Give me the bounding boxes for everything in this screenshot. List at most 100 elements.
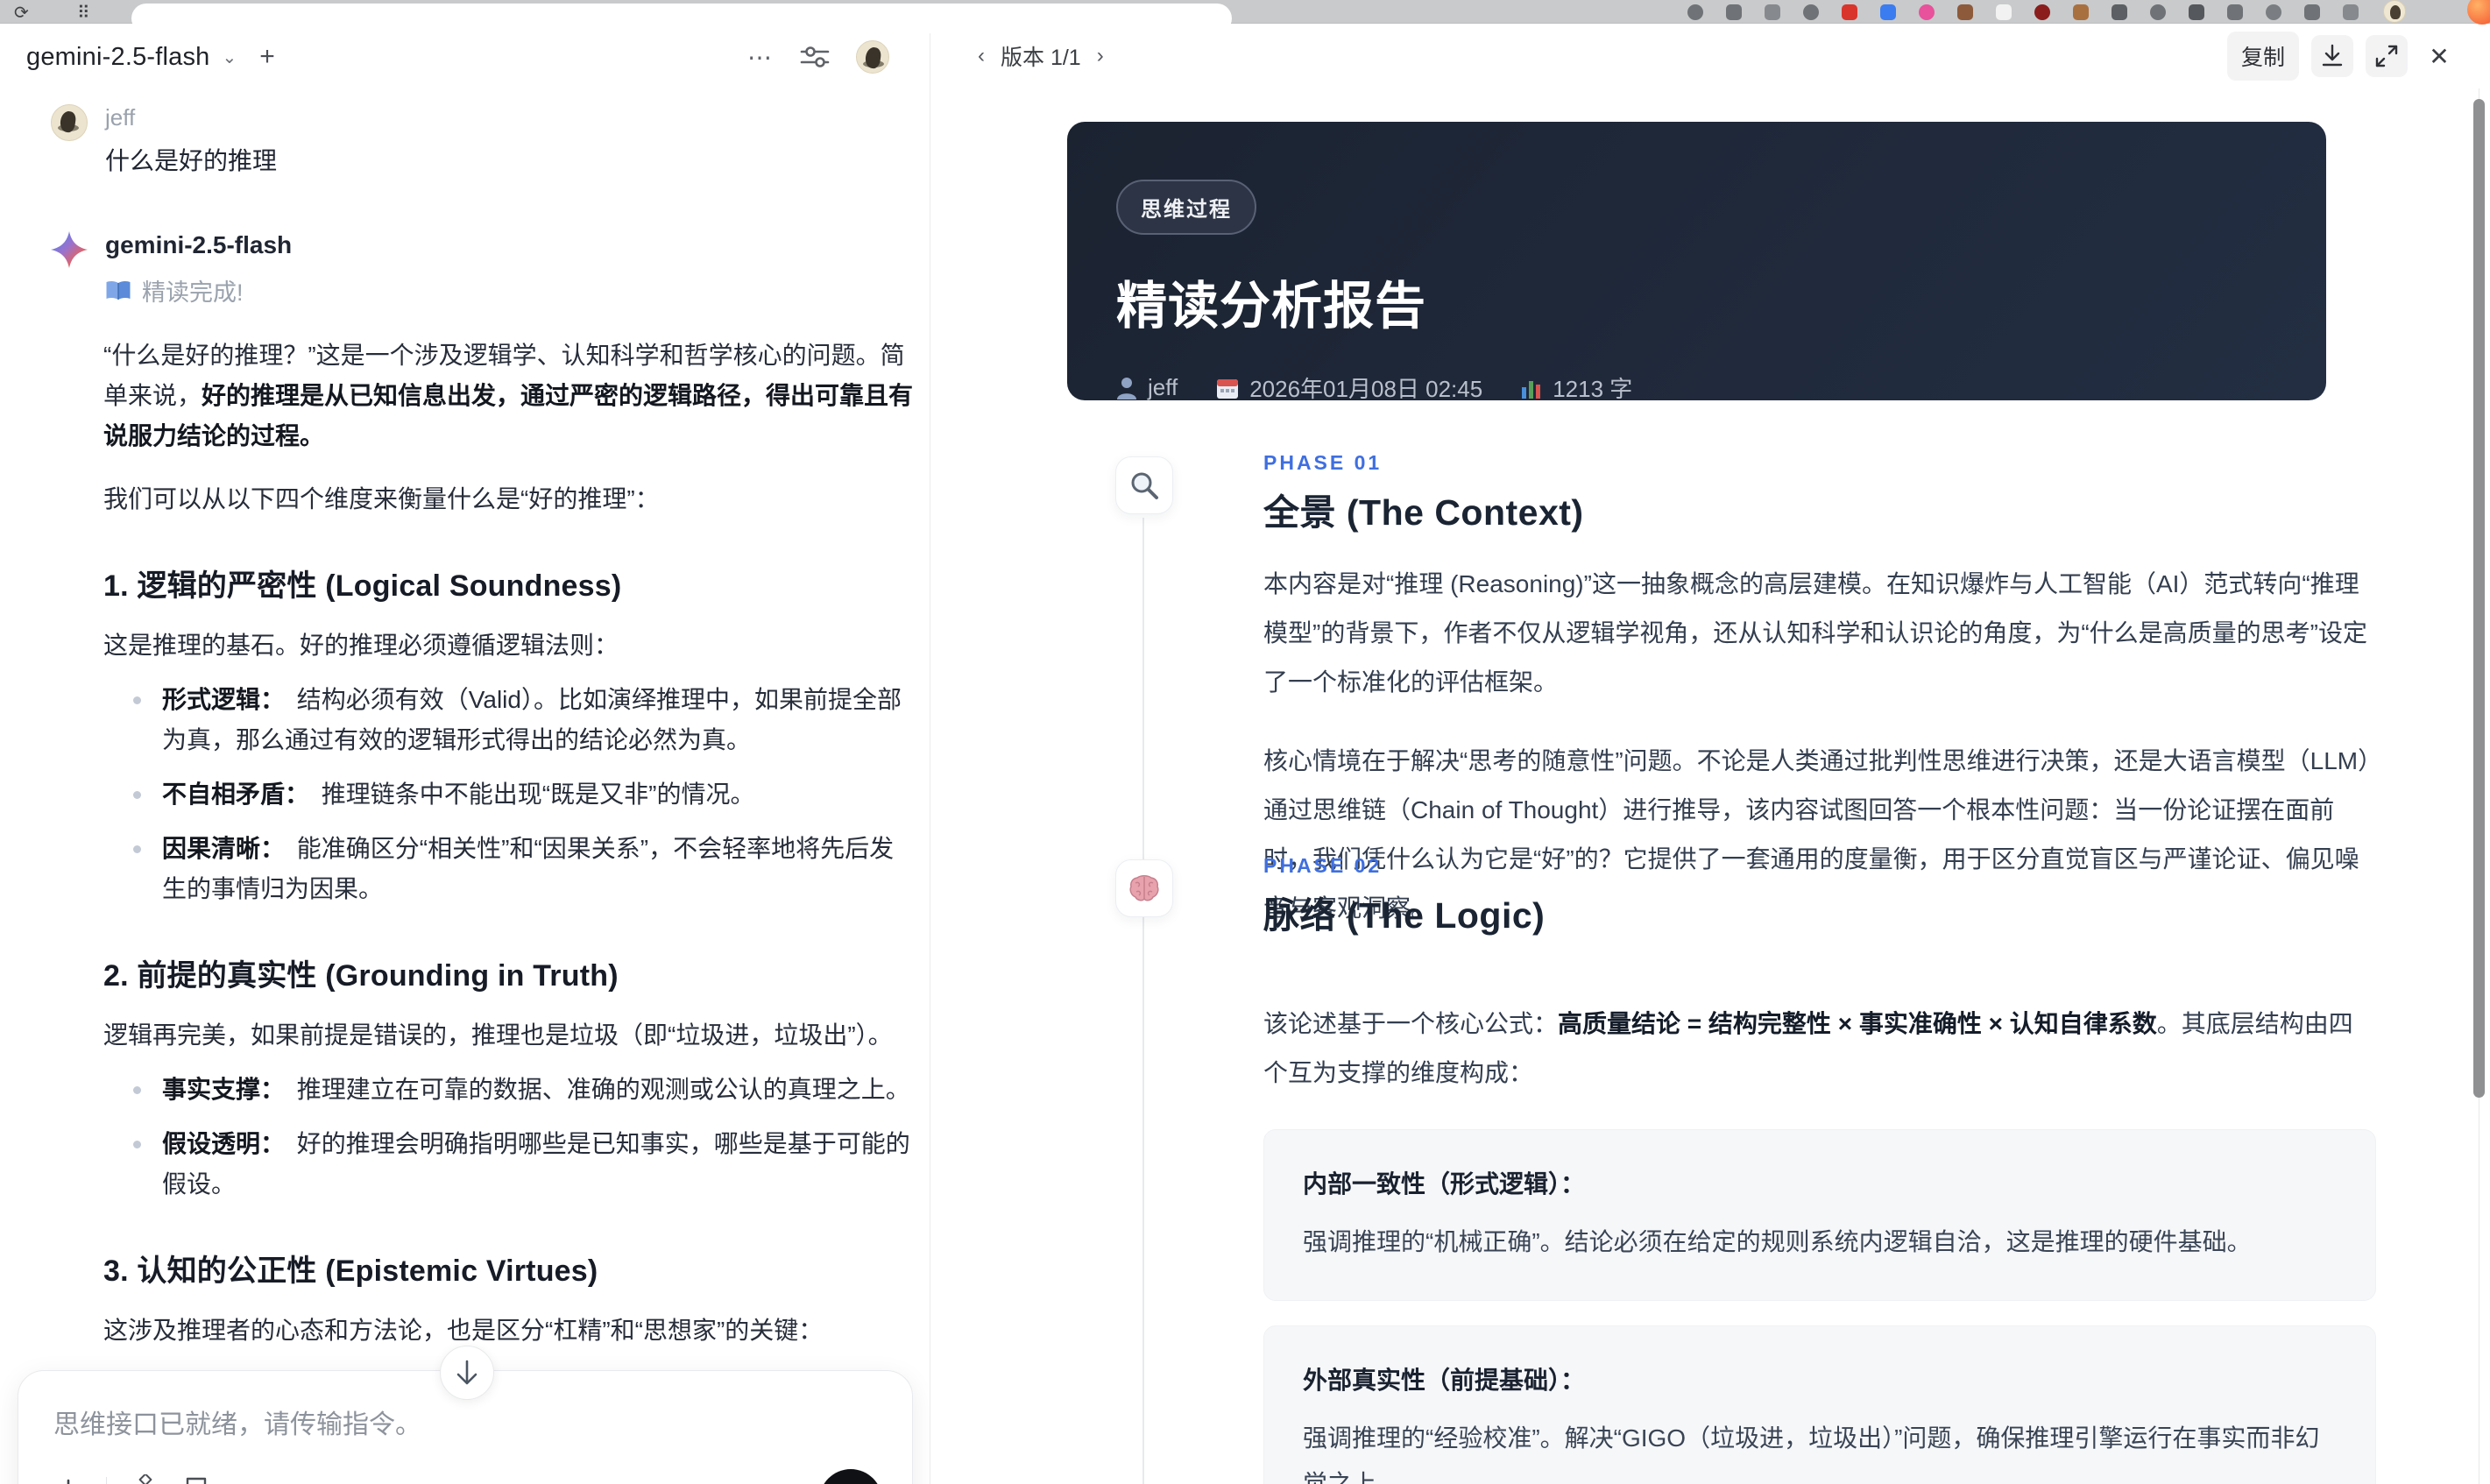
section-desc: 这涉及推理者的心态和方法论，也是区分“杠精”和“思想家”的关键： xyxy=(103,1317,824,1344)
more-menu-button[interactable]: ⋯ xyxy=(747,43,774,72)
extension-icon[interactable] xyxy=(2266,4,2281,20)
section-heading: 2. 前提的真实性 (Grounding in Truth) xyxy=(103,959,619,993)
extension-icon[interactable] xyxy=(1996,4,2012,20)
section-heading: 3. 认知的公正性 (Epistemic Virtues) xyxy=(103,1254,598,1288)
phase-label: PHASE 02 xyxy=(1263,854,1383,877)
extension-icon[interactable] xyxy=(1687,4,1703,20)
extension-icon[interactable] xyxy=(2112,4,2127,20)
extension-icon[interactable] xyxy=(2034,4,2050,20)
extension-icon[interactable] xyxy=(1880,4,1896,20)
bookmark-icon[interactable] xyxy=(184,1476,209,1484)
report-meta: jeff 2026年01月08日 02:45 1213 字 xyxy=(1116,371,2277,404)
reload-icon[interactable]: ⟳ xyxy=(14,2,29,24)
user-message-text: 什么是好的推理 xyxy=(105,147,278,174)
attach-plus-icon[interactable] xyxy=(53,1477,83,1484)
address-bar[interactable] xyxy=(131,4,1232,33)
browser-profile-avatar[interactable] xyxy=(2383,0,2406,23)
extension-icon[interactable] xyxy=(1726,4,1742,20)
phase-label: PHASE 01 xyxy=(1263,451,1383,474)
user-name: jeff xyxy=(105,104,136,131)
chevron-down-icon[interactable]: ⌄ xyxy=(223,46,237,68)
bar-chart-icon xyxy=(1522,380,1541,399)
magnifier-icon xyxy=(1115,456,1173,514)
assistant-name: gemini-2.5-flash xyxy=(105,231,293,258)
date-meta: 2026年01月08日 02:45 xyxy=(1216,371,1482,404)
divider xyxy=(106,1477,107,1484)
version-label: 版本 1/1 xyxy=(1001,46,1081,70)
extension-icon[interactable] xyxy=(2073,4,2089,20)
extension-icon[interactable] xyxy=(1842,4,1857,20)
chat-panel: gemini-2.5-flash ⌄ + ⋯ jeff 什么是好的推理 gemi… xyxy=(0,24,930,1484)
bullet-item: 因果清晰： 能准确区分“相关性”和“因果关系”，不会轻率地将先后发生的事情归为因… xyxy=(103,829,917,909)
browser-chrome: ⟳ ⠿ xyxy=(0,0,2490,33)
user-avatar[interactable] xyxy=(856,40,889,74)
phase-title: 全景 (The Context) xyxy=(1263,492,1584,533)
section-heading: 1. 逻辑的严密性 (Logical Soundness) xyxy=(103,569,622,603)
user-message: jeff 什么是好的推理 xyxy=(51,104,917,177)
assistant-content: “什么是好的推理？”这是一个涉及逻辑学、认知科学和哲学核心的问题。简单来说，好的… xyxy=(103,307,917,1484)
extension-icon[interactable] xyxy=(2304,4,2320,20)
author-meta: jeff xyxy=(1116,374,1178,401)
section-desc: 这是推理的基石。好的推理必须遵循逻辑法则： xyxy=(103,632,619,659)
extension-toolbar xyxy=(1687,3,2359,22)
bullet-item: 事实支撑： 推理建立在可靠的数据、准确的观测或公认的真理之上。 xyxy=(103,1070,917,1110)
phase-title: 脉络 (The Logic) xyxy=(1263,895,1546,936)
chat-scroll-area[interactable]: jeff 什么是好的推理 gemini-2.5-flash 精读完成! “什么是… xyxy=(0,90,930,1484)
logic-card: 内部一致性（形式逻辑）： 强调推理的“机械正确”。结论必须在给定的规则系统内逻辑自… xyxy=(1263,1129,2376,1301)
gemini-star-icon xyxy=(51,231,88,307)
calendar-icon xyxy=(1217,378,1239,399)
phase-lead: 该论述基于一个核心公式：高质量结论 = 结构完整性 × 事实准确性 × 认知自律… xyxy=(1263,1010,2353,1086)
extension-icon[interactable] xyxy=(2189,4,2204,20)
phase-paragraphs: 本内容是对“推理 (Reasoning)”这一抽象概念的高层建模。在知识爆炸与人… xyxy=(1263,560,2376,933)
extension-icon[interactable] xyxy=(2343,4,2359,20)
assistant-message: gemini-2.5-flash 精读完成! xyxy=(51,231,917,307)
bullet-item: 假设透明： 好的推理会明确指明哪些是已知事实，哪些是基于可能的假设。 xyxy=(103,1124,917,1205)
apps-grid-icon[interactable]: ⠿ xyxy=(77,2,90,24)
scrollbar-thumb[interactable] xyxy=(2473,99,2485,1098)
book-icon xyxy=(105,280,131,301)
logic-cards: 内部一致性（形式逻辑）： 强调推理的“机械正确”。结论必须在给定的规则系统内逻辑自… xyxy=(1263,1129,2376,1484)
extension-icon[interactable] xyxy=(2227,4,2243,20)
voice-input-button[interactable] xyxy=(819,1469,882,1484)
artifact-body[interactable]: 思维过程 精读分析报告 jeff 2026年01月08日 02:45 1213 … xyxy=(930,88,2490,1484)
bullet-item: 不自相矛盾： 推理链条中不能出现“既是又非”的情况。 xyxy=(103,774,917,815)
version-next-button[interactable]: › xyxy=(1097,44,1104,68)
download-icon xyxy=(2322,44,2343,67)
assistant-status-text: 精读完成! xyxy=(142,279,244,306)
assistant-lead: 我们可以从以下四个维度来衡量什么是“好的推理”： xyxy=(103,485,660,512)
bullet-item: 形式逻辑： 结构必须有效（Valid）。比如演绎推理中，如果前提全部为真，那么通… xyxy=(103,680,917,760)
scroll-to-bottom-button[interactable] xyxy=(440,1346,494,1400)
extension-icon[interactable] xyxy=(1919,4,1935,20)
brain-icon xyxy=(1115,859,1173,917)
artifact-toolbar: ‹ 版本 1/1 › 复制 ✕ xyxy=(930,24,2490,88)
arrow-down-icon xyxy=(456,1360,477,1385)
composer-placeholder: 思维接口已就绪，请传输指令。 xyxy=(53,1410,421,1439)
version-prev-button[interactable]: ‹ xyxy=(978,44,985,68)
model-selector[interactable]: gemini-2.5-flash xyxy=(26,43,210,72)
screen: ⟳ ⠿ gemini-2.5-flash ⌄ + ⋯ jeff 什么是好的推理 … xyxy=(0,0,2490,1484)
extension-icon[interactable] xyxy=(1957,4,1973,20)
word-count-meta: 1213 字 xyxy=(1521,371,1632,404)
close-button[interactable]: ✕ xyxy=(2420,37,2458,75)
person-icon xyxy=(1117,377,1136,399)
phase-paragraph: 本内容是对“推理 (Reasoning)”这一抽象概念的高层建模。在知识爆炸与人… xyxy=(1263,570,2367,696)
hero-badge: 思维过程 xyxy=(1116,180,1256,235)
report-hero: 思维过程 精读分析报告 jeff 2026年01月08日 02:45 1213 … xyxy=(1067,122,2326,402)
download-button[interactable] xyxy=(2311,35,2353,77)
diamond-cluster-icon[interactable] xyxy=(130,1474,161,1484)
tune-icon[interactable] xyxy=(800,44,830,70)
artifact-panel: ‹ 版本 1/1 › 复制 ✕ 思维过程 精读分析报告 jeff 2026年01… xyxy=(930,24,2490,1484)
browser-corner-icon[interactable] xyxy=(2467,0,2490,25)
copy-button[interactable]: 复制 xyxy=(2226,32,2299,81)
phase-timeline xyxy=(1142,518,1144,1484)
report-title: 精读分析报告 xyxy=(1116,278,1427,335)
expand-icon xyxy=(2375,45,2398,67)
extension-icon[interactable] xyxy=(1803,4,1819,20)
new-chat-button[interactable]: + xyxy=(259,44,275,70)
section-desc: 逻辑再完美，如果前提是错误的，推理也是垃圾（即“垃圾进，垃圾出”）。 xyxy=(103,1021,893,1049)
extension-icon[interactable] xyxy=(2150,4,2166,20)
expand-button[interactable] xyxy=(2366,35,2408,77)
extension-icon[interactable] xyxy=(1765,4,1780,20)
user-avatar xyxy=(51,104,88,141)
logic-card: 外部真实性（前提基础）： 强调推理的“经验校准”。解决“GIGO（垃圾进，垃圾出）… xyxy=(1263,1325,2376,1484)
